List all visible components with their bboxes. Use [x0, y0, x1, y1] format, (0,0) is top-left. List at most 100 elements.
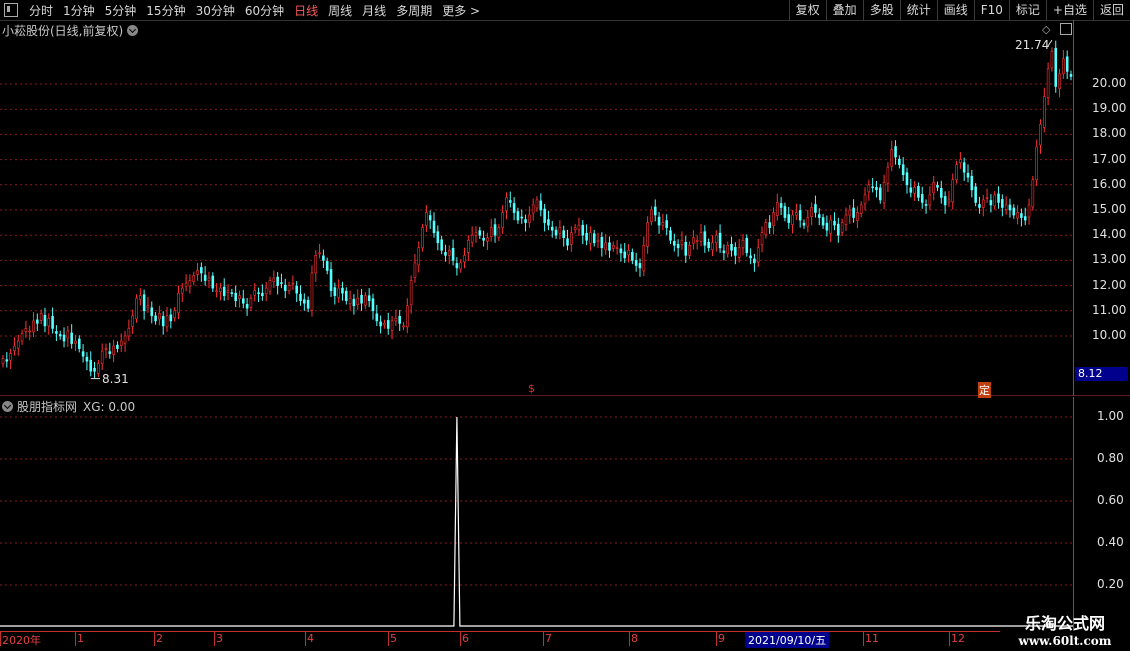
candle-body: [665, 220, 668, 228]
event-marker-s[interactable]: $: [528, 382, 535, 395]
time-tick-label: 2020年: [2, 634, 41, 647]
candle-body: [77, 338, 81, 349]
candle-body: [180, 287, 184, 294]
candle-body: [211, 275, 215, 289]
candle-body: [852, 207, 855, 218]
price-axis-line: [1073, 20, 1074, 396]
candle-body: [947, 199, 951, 203]
candles: [1, 39, 1073, 380]
candle-body: [535, 199, 539, 209]
candle-body: [261, 292, 264, 296]
add-watchlist-button[interactable]: +自选: [1045, 0, 1093, 20]
candle-body: [9, 353, 12, 361]
cursor-date: 2021/09/10/五: [745, 632, 830, 648]
time-tick-label: 3: [216, 632, 223, 645]
candle-body: [28, 330, 32, 333]
tab-weekly[interactable]: 周线: [323, 2, 357, 19]
candle-body: [749, 255, 752, 259]
candle-body: [226, 290, 230, 293]
candle-body: [245, 303, 249, 309]
tab-daily[interactable]: 日线: [289, 2, 323, 19]
indicator-chart[interactable]: [0, 397, 1130, 631]
candle-body: [951, 179, 955, 203]
candle-body: [714, 234, 718, 244]
f10-button[interactable]: F10: [973, 0, 1009, 20]
candle-body: [207, 277, 211, 281]
tab-15min[interactable]: 15分钟: [141, 2, 190, 19]
candle-body: [791, 214, 794, 225]
candle-body: [253, 290, 257, 296]
time-tick-label: 9: [718, 632, 725, 645]
candlestick-chart[interactable]: [0, 20, 1130, 396]
event-marker-ding[interactable]: 定: [978, 382, 991, 398]
candle-body: [833, 220, 836, 226]
candle-body: [688, 244, 691, 256]
mark-button[interactable]: 标记: [1008, 0, 1046, 20]
statistics-button[interactable]: 统计: [899, 0, 937, 20]
price-tick-label: 18.00: [1092, 126, 1127, 141]
time-tick-label: 7: [545, 632, 552, 645]
candle-body: [600, 236, 604, 249]
candle-body: [787, 214, 791, 223]
candle-body: [280, 282, 283, 284]
tab-60min[interactable]: 60分钟: [240, 2, 289, 19]
candle-body: [154, 315, 157, 322]
candle-body: [123, 335, 127, 344]
overlay-button[interactable]: 叠加: [825, 0, 863, 20]
candle-body: [1023, 216, 1027, 221]
candle-body: [875, 187, 878, 191]
candle-body: [409, 280, 413, 306]
candle-body: [85, 356, 89, 362]
candle-body: [222, 286, 226, 296]
candle-body: [1054, 47, 1058, 87]
candle-body: [463, 255, 466, 263]
window-icon[interactable]: [4, 3, 18, 17]
tab-1min[interactable]: 1分钟: [58, 2, 100, 19]
candle-body: [562, 230, 566, 239]
candle-body: [104, 348, 108, 350]
candle-body: [703, 231, 707, 246]
watermark: 乐淘公式网 www.60lt.com: [1000, 610, 1130, 650]
time-tick-label: 11: [865, 632, 879, 645]
time-separator: [716, 632, 717, 646]
tab-more[interactable]: 更多 >: [437, 2, 485, 19]
candle-body: [585, 232, 588, 241]
candle-body: [1039, 124, 1042, 146]
time-tick-label: 12: [951, 632, 965, 645]
candle-body: [745, 237, 749, 254]
tab-30min[interactable]: 30分钟: [191, 2, 240, 19]
candle-body: [489, 227, 493, 238]
candle-body: [268, 280, 272, 292]
candle-body: [43, 315, 47, 327]
back-button[interactable]: 返回: [1092, 0, 1130, 20]
candle-body: [1016, 212, 1019, 219]
period-toolbar: 分时 1分钟 5分钟 15分钟 30分钟 60分钟 日线 周线 月线 多周期 更…: [0, 0, 1130, 21]
tab-multi-period[interactable]: 多周期: [391, 2, 437, 19]
candle-body: [5, 359, 9, 362]
fuquan-button[interactable]: 复权: [788, 0, 826, 20]
tab-5min[interactable]: 5分钟: [100, 2, 142, 19]
time-tick-label: 5: [390, 632, 397, 645]
candle-body: [230, 292, 234, 294]
panel-icon[interactable]: [1060, 23, 1072, 35]
candle-body: [871, 186, 874, 189]
time-separator: [543, 632, 544, 646]
candle-body: [333, 287, 337, 296]
multi-stock-button[interactable]: 多股: [862, 0, 900, 20]
draw-line-button[interactable]: 画线: [936, 0, 974, 20]
candle-body: [543, 208, 546, 223]
candle-body: [47, 318, 51, 327]
candle-body: [432, 220, 436, 233]
candle-body: [989, 200, 993, 206]
candle-body: [70, 332, 73, 344]
tab-monthly[interactable]: 月线: [357, 2, 391, 19]
price-tick-label: 17.00: [1092, 151, 1127, 166]
time-tick-label: 6: [462, 632, 469, 645]
diamond-icon[interactable]: ◇: [1042, 23, 1050, 36]
candle-body: [486, 237, 489, 242]
candle-body: [966, 172, 970, 178]
candle-body: [341, 287, 344, 294]
indicator-tick-label: 0.20: [1097, 577, 1124, 591]
candle-body: [89, 359, 93, 372]
tab-fenshi[interactable]: 分时: [24, 2, 58, 19]
